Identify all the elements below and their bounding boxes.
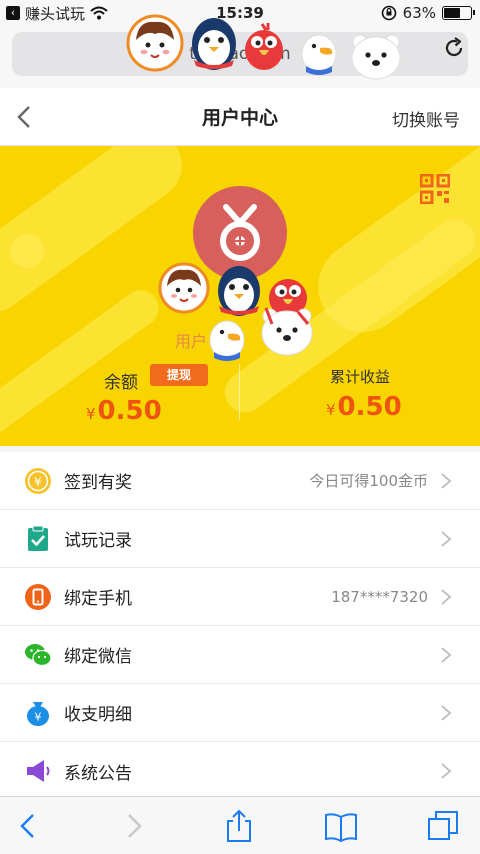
coin-icon: ¥ <box>25 467 51 494</box>
status-bar: ‹ 赚头试玩 15:39 63% <box>0 0 480 26</box>
bookmarks-icon[interactable] <box>324 809 358 843</box>
chevron-right-icon <box>441 763 452 779</box>
tabs-icon[interactable] <box>426 809 460 843</box>
banner-divider <box>239 364 240 420</box>
menu-item-transactions[interactable]: ¥ 收支明细 <box>0 684 480 742</box>
battery-icon <box>442 6 475 20</box>
logo-icon <box>220 204 260 261</box>
menu-item-bind-wechat[interactable]: 绑定微信 <box>0 626 480 684</box>
nav-bar: 用户中心 切换账号 <box>0 88 480 146</box>
withdraw-button[interactable]: 提现 <box>150 364 208 386</box>
menu-item-label: 绑定手机 <box>64 589 132 609</box>
income-value: 0.50 <box>337 392 402 422</box>
browser-address-area: toutiao.com <box>0 26 480 88</box>
user-name: 用户 <box>175 332 208 351</box>
menu-item-value: 187****7320 <box>331 587 428 606</box>
chevron-right-icon <box>441 646 452 663</box>
balance-value: 0.50 <box>97 396 162 426</box>
menu-list: ¥ 签到有奖 今日可得100金币 试玩记录 绑定手机 187****7320 绑… <box>0 452 480 800</box>
speaker-icon <box>27 760 50 782</box>
phone-icon <box>25 583 51 610</box>
menu-item-checkin[interactable]: ¥ 签到有奖 今日可得100金币 <box>0 452 480 510</box>
switch-account-button[interactable]: 切换账号 <box>392 106 460 131</box>
wechat-icon <box>25 643 52 666</box>
browser-forward-icon[interactable] <box>116 809 150 843</box>
parrot-sticker-icon <box>245 23 283 70</box>
penguin-sticker-icon <box>192 18 236 70</box>
wifi-icon <box>90 6 108 20</box>
menu-item-label: 签到有奖 <box>64 473 132 493</box>
duck-sticker-icon <box>209 320 245 361</box>
browser-toolbar <box>0 796 480 854</box>
menu-item-announcements[interactable]: 系统公告 <box>0 742 480 800</box>
browser-back-icon[interactable] <box>12 809 46 843</box>
qr-code-icon[interactable] <box>420 174 450 204</box>
balance-label: 余额 <box>104 373 138 393</box>
battery-level <box>444 8 461 18</box>
polar-bear-sticker-icon <box>261 307 313 356</box>
menu-item-label: 系统公告 <box>64 763 132 784</box>
money-bag-icon: ¥ <box>27 701 49 726</box>
income-currency: ¥ <box>326 401 336 419</box>
clipboard-check-icon <box>28 525 48 551</box>
balance-amount: ¥0.50 <box>86 396 162 426</box>
boy-sticker-icon <box>158 262 210 314</box>
chevron-right-icon <box>441 704 452 721</box>
chevron-right-icon <box>441 472 452 489</box>
polar-bear-sticker-icon <box>351 34 401 80</box>
menu-item-label: 收支明细 <box>64 705 132 725</box>
penguin-sticker-icon <box>218 266 260 316</box>
back-app-label: 赚头试玩 <box>25 4 86 23</box>
income-label: 累计收益 <box>330 368 391 386</box>
income-amount: ¥0.50 <box>326 392 402 422</box>
page: ‹ 赚头试玩 15:39 63% toutiao.com 用户中心 切换账号 用… <box>0 0 480 854</box>
chevron-right-icon <box>441 530 452 547</box>
menu-item-label: 试玩记录 <box>64 531 132 551</box>
back-icon[interactable] <box>14 104 36 130</box>
battery-percent: 63% <box>402 4 436 22</box>
duck-sticker-icon <box>301 34 337 75</box>
menu-item-label: 绑定微信 <box>64 647 132 667</box>
menu-item-value: 今日可得100金币 <box>309 472 428 490</box>
balance-currency: ¥ <box>86 405 96 423</box>
share-icon[interactable] <box>222 809 256 843</box>
back-arrow-icon: ‹ <box>6 6 20 20</box>
svg-text:¥: ¥ <box>34 475 42 489</box>
rotation-lock-icon <box>381 5 396 21</box>
menu-item-bind-phone[interactable]: 绑定手机 187****7320 <box>0 568 480 626</box>
reload-icon[interactable] <box>442 36 466 60</box>
svg-text:¥: ¥ <box>35 710 42 723</box>
boy-sticker-icon <box>126 14 184 72</box>
chevron-right-icon <box>441 588 452 605</box>
menu-item-play-records[interactable]: 试玩记录 <box>0 510 480 568</box>
